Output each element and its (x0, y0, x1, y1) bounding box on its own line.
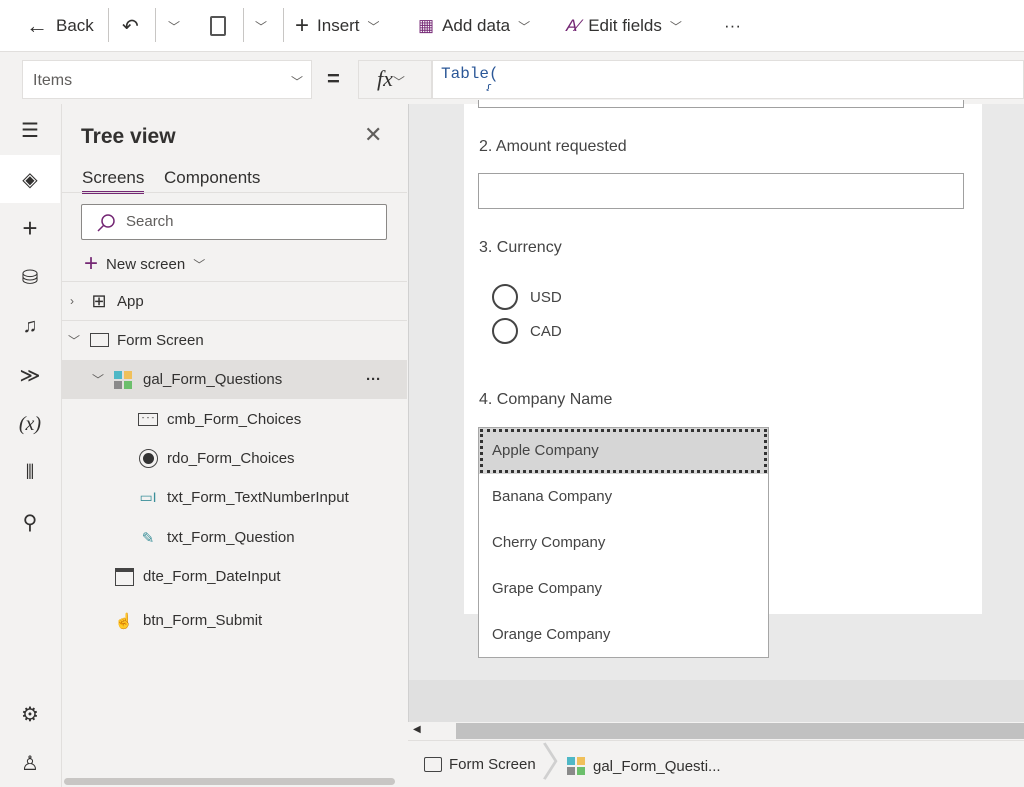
chevron-down-icon: ﹀ (168, 18, 180, 35)
tree-item-form-screen[interactable]: ﹀Form Screen (62, 320, 407, 359)
amount-input[interactable] (478, 173, 964, 209)
media-icon[interactable]: ♫ (0, 302, 60, 350)
chevron-down-icon: ﹀ (518, 18, 530, 35)
tree-item-button[interactable]: ☝btn_Form_Submit (62, 601, 407, 640)
breadcrumb: Form Screen 〉 gal_Form_Questi... (408, 740, 1024, 787)
canvas-horizontal-scrollbar[interactable]: ◀ (408, 722, 1024, 740)
new-screen-button[interactable]: +New screen﹀ (84, 250, 205, 278)
company-dropdown-list[interactable]: Apple Company Banana Company Cherry Comp… (478, 427, 769, 658)
dropdown-option[interactable]: Grape Company (479, 566, 768, 612)
combobox-icon: - - - (138, 410, 158, 430)
radio-icon (138, 449, 158, 469)
undo-button[interactable]: ↶ (122, 12, 139, 40)
power-automate-icon[interactable]: ≫ (0, 351, 60, 399)
search-icon[interactable]: ⚲ (0, 498, 60, 546)
chevron-right-icon: › (70, 294, 74, 308)
screen-icon (89, 330, 109, 350)
formula-bar: Items﹀ = fx﹀ Table({ (0, 52, 1024, 104)
fx-button[interactable]: fx﹀ (358, 60, 432, 99)
arrow-left-icon: ← (26, 13, 48, 39)
plus-icon: + (84, 250, 98, 278)
scrollbar-thumb[interactable] (456, 723, 1024, 739)
formula-input[interactable]: Table({ (432, 60, 1024, 99)
text-input-icon: ▭I (138, 488, 158, 508)
chevron-down-icon: ﹀ (393, 75, 405, 89)
canvas: 2. Amount requested 3. Currency USD CAD … (408, 104, 1024, 740)
add-data-button[interactable]: ▦Add data﹀ (418, 12, 530, 40)
gallery-icon (566, 756, 586, 776)
chevron-down-icon: ﹀ (193, 256, 205, 273)
close-icon[interactable]: ✕ (364, 122, 382, 148)
edit-fields-icon: A⁄ (566, 16, 580, 36)
dropdown-option[interactable]: Apple Company (479, 428, 768, 474)
table-add-icon: ▦ (418, 16, 434, 36)
left-rail: ☰ ◈ + ⛁ ♫ ≫ (x) ⫴ ⚲ ⚙ ♙ (0, 104, 62, 787)
scroll-left-icon[interactable]: ◀ (413, 724, 421, 735)
tree-item-date-picker[interactable]: dte_Form_DateInput (62, 557, 407, 596)
question-label: 4. Company Name (479, 391, 612, 409)
clipboard-icon (210, 16, 226, 36)
gallery-icon (113, 370, 133, 390)
calendar-icon (114, 567, 134, 587)
previous-input[interactable] (478, 100, 964, 108)
button-touch-icon: ☝ (114, 611, 134, 631)
question-label: 2. Amount requested (479, 138, 627, 156)
chevron-down-icon: ﹀ (368, 18, 380, 35)
command-bar: ←Back ↶ ﹀ ﹀ +Insert﹀ ▦Add data﹀ A⁄Edit f… (0, 0, 1024, 52)
insert-button[interactable]: +Insert﹀ (295, 12, 380, 40)
dropdown-option[interactable]: Cherry Company (479, 520, 768, 566)
tree-item-gallery[interactable]: ﹀gal_Form_Questions··· (62, 360, 407, 399)
virtual-agent-icon[interactable]: ♙ (0, 739, 60, 787)
tree-scrollbar[interactable] (64, 778, 395, 785)
dropdown-option[interactable]: Banana Company (479, 474, 768, 520)
tools-icon[interactable]: ⫴ (0, 449, 60, 497)
paste-dropdown[interactable]: ﹀ (255, 12, 267, 40)
insert-plus-icon[interactable]: + (0, 204, 60, 252)
data-cylinder-icon[interactable]: ⛁ (0, 253, 60, 301)
more-button[interactable]: ··· (724, 12, 741, 40)
question-label: 3. Currency (479, 239, 562, 257)
tab-components[interactable]: Components (164, 168, 260, 188)
variables-icon[interactable]: (x) (0, 400, 60, 448)
settings-gear-icon[interactable]: ⚙ (0, 690, 60, 738)
radio-option-cad[interactable]: CAD (492, 318, 562, 344)
tree-view-layers-icon[interactable]: ◈ (0, 155, 60, 203)
breadcrumb-gallery[interactable]: gal_Form_Questi... (566, 756, 721, 776)
edit-label-icon: ✎ (138, 528, 158, 548)
paste-button[interactable] (210, 12, 226, 40)
dropdown-option[interactable]: Orange Company (479, 612, 768, 658)
app-icon: ⊞ (89, 291, 109, 311)
tree-item-app[interactable]: ›⊞App (62, 281, 407, 320)
back-button[interactable]: ←Back (26, 12, 94, 40)
tree-item-combobox[interactable]: - - -cmb_Form_Choices (62, 400, 407, 439)
radio-option-usd[interactable]: USD (492, 284, 562, 310)
tree-item-label[interactable]: ✎txt_Form_Question (62, 518, 407, 557)
edit-fields-button[interactable]: A⁄Edit fields﹀ (566, 12, 682, 40)
chevron-down-icon: ﹀ (68, 332, 80, 349)
more-options-button[interactable]: ··· (366, 371, 381, 388)
undo-icon: ↶ (122, 14, 139, 39)
chevron-down-icon: ﹀ (291, 73, 303, 90)
equals-sign: = (327, 66, 340, 92)
chevron-down-icon: ﹀ (255, 18, 267, 35)
tab-screens[interactable]: Screens (82, 168, 144, 194)
fx-icon: fx (377, 66, 393, 91)
screen-icon (424, 757, 442, 772)
tree-item-text-input[interactable]: ▭Itxt_Form_TextNumberInput (62, 478, 407, 517)
breadcrumb-form-screen[interactable]: Form Screen (424, 756, 536, 773)
hamburger-icon[interactable]: ☰ (0, 106, 60, 154)
search-input[interactable]: Search (81, 204, 387, 240)
plus-icon: + (295, 12, 309, 40)
property-dropdown[interactable]: Items﹀ (22, 60, 312, 99)
undo-dropdown[interactable]: ﹀ (168, 12, 180, 40)
tree-view-panel: Tree view ✕ Screens Components Search +N… (62, 104, 407, 787)
panel-title: Tree view (81, 125, 176, 149)
search-icon (96, 213, 116, 233)
chevron-down-icon: ﹀ (670, 18, 682, 35)
tree-item-radio[interactable]: rdo_Form_Choices (62, 439, 407, 478)
chevron-down-icon: ﹀ (92, 371, 104, 388)
